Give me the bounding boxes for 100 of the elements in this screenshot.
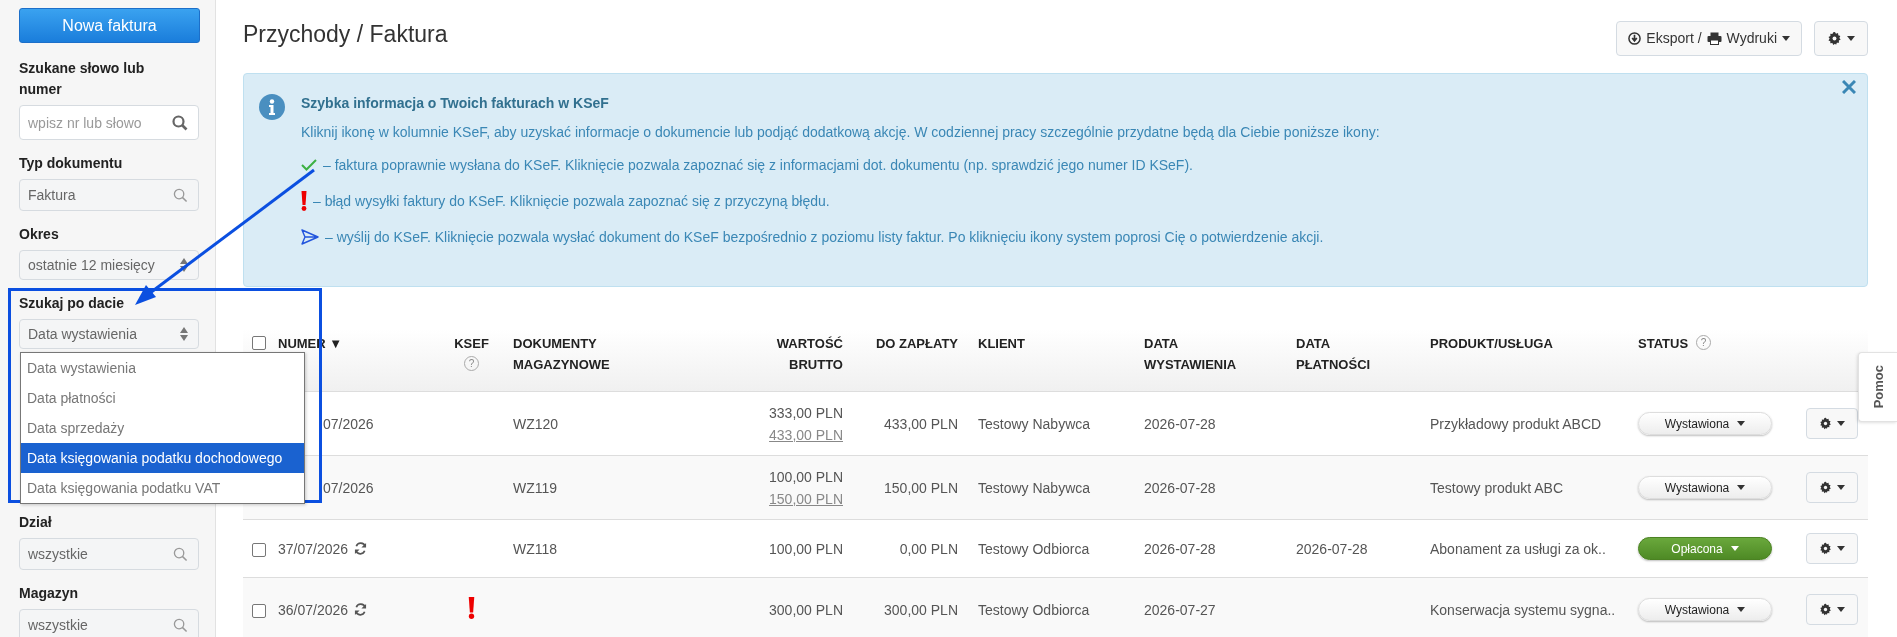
info-text: – wyślij do KSeF. Kliknięcie pozwala wysłać dokument do KSeF bezpośrednio z poziomu listy faktur. Po kliknięciu ikony system poprosi Cię o potwierdzenie akcji. — [325, 228, 1324, 246]
table-cell: 2026-07-28 — [1296, 540, 1368, 557]
table-cell: Testowy Odbiorca — [978, 601, 1090, 618]
table-cell: 2026-07-28 — [1144, 540, 1216, 557]
close-icon[interactable] — [1842, 80, 1856, 94]
filter-label: Szukaj po dacie — [19, 294, 126, 313]
table-cell: 150,00 PLN — [884, 479, 958, 496]
settings-icon — [1827, 30, 1842, 46]
filter-label: Szukane słowo lub numer — [19, 59, 146, 99]
table-cell: Przykładowy produkt ABCD — [1430, 415, 1602, 432]
dropdown-option[interactable]: Data księgowania podatku VAT — [21, 473, 304, 503]
status-button[interactable]: Opłacona — [1638, 537, 1772, 560]
dropdown-option[interactable]: Data płatności — [21, 383, 304, 413]
column-header: PRODUKT/USŁUGA — [1430, 335, 1553, 353]
caret-icon — [1837, 485, 1845, 490]
table-cell: Testowy Odbiorca — [978, 540, 1090, 557]
table-cell: Testowy Nabywca — [978, 479, 1091, 496]
table-cell: 433,00 PLN — [884, 415, 958, 432]
table-cell-text: 100,00 PLN — [768, 467, 843, 487]
table-cell-text: 333,00 PLN — [768, 403, 843, 423]
invoice-number[interactable]: 07/2026 — [323, 479, 374, 496]
select-field[interactable]: ostatnie 12 miesięcy — [19, 250, 199, 280]
filter-label: Okres — [19, 225, 60, 244]
caret-icon — [1837, 607, 1845, 613]
table-cell: 0,00 PLN — [899, 540, 958, 557]
checkbox[interactable] — [252, 542, 266, 557]
checkmark-icon — [301, 159, 317, 171]
status-button[interactable]: Wystawiona — [1638, 412, 1772, 435]
invoice-number[interactable]: 37/07/2026 — [278, 540, 349, 557]
filter-label: Typ dokumentu — [19, 154, 124, 173]
refresh-icon — [354, 602, 368, 616]
table-cell: Konserwacja systemu sygna.. — [1430, 601, 1616, 618]
table-cell: Abonament za usługi za ok.. — [1430, 540, 1606, 557]
info-icon — [259, 94, 285, 120]
dropdown-option[interactable]: Data księgowania podatku dochodowego — [21, 443, 304, 473]
search-icon — [173, 187, 188, 203]
column-header: DATA WYSTAWIENIA — [1144, 335, 1238, 374]
caret-icon — [1837, 421, 1845, 426]
table-cell: WZ119 — [513, 479, 558, 496]
info-text: Kliknij ikonę w kolumnie KSeF, aby uzyskać informacje o dokumencie lub podjąć dodatkową akcję. W codziennej pracy szczególnie przydatne będą dla Ciebie poniższe ikony: — [301, 123, 1380, 141]
dropdown-option[interactable]: Data sprzedaży — [21, 413, 304, 443]
column-header: WARTOŚĆ BRUTTO — [775, 335, 843, 374]
column-header: KSEF — [454, 335, 489, 353]
caret-icon — [1847, 35, 1855, 41]
printer-icon — [1706, 31, 1722, 45]
filter-label: Dział — [19, 513, 53, 532]
new-invoice-button[interactable]: Nowa faktura — [19, 8, 200, 43]
caret-icon — [1782, 35, 1790, 41]
checkbox[interactable] — [252, 336, 266, 351]
status-button[interactable]: Wystawiona — [1638, 598, 1772, 622]
info-text: – błąd wysyłki faktury do KSeF. Kliknięcie pozwala zapoznać się z przyczyną błędu. — [313, 192, 830, 210]
table-cell: WZ120 — [513, 415, 559, 432]
column-header: DATA PŁATNOŚCI — [1296, 335, 1372, 374]
invoice-number[interactable]: 07/2026 — [323, 415, 374, 432]
filter-label: Magazyn — [19, 584, 80, 603]
table-cell: 2026-07-28 — [1144, 415, 1216, 432]
table-cell-text: 300,00 PLN — [768, 600, 843, 620]
dropdown-option[interactable]: Data wystawienia — [21, 353, 304, 383]
search-field[interactable]: wpisz nr lub słowo — [19, 105, 199, 140]
settings-icon — [1819, 542, 1832, 555]
table-cell: Testowy produkt ABC — [1430, 479, 1564, 496]
updown-icon — [180, 258, 188, 272]
info-title: Szybka informacja o Twoich fakturach w KSeF — [301, 95, 610, 111]
info-text: – faktura poprawnie wysłana do KSeF. Kliknięcie pozwala zapoznać się z informacjami dot. dokumentu (np. sprawdzić jego numer ID KSeF). — [323, 156, 1193, 174]
column-header: DO ZAPŁATY — [875, 335, 958, 353]
row-settings-button[interactable] — [1806, 594, 1858, 626]
row-settings-button[interactable] — [1806, 408, 1858, 439]
table-cell: WZ118 — [513, 540, 558, 557]
table-cell: Testowy Nabywca — [978, 415, 1091, 432]
updown-icon — [180, 327, 188, 341]
caret-icon — [1837, 546, 1845, 551]
send-icon — [301, 229, 319, 245]
settings-icon — [1819, 603, 1832, 617]
column-header: STATUS — [1638, 335, 1689, 353]
export-print-button[interactable]: Eksport / Wydruki — [1616, 20, 1802, 56]
checkbox[interactable] — [252, 603, 266, 618]
download-icon — [1628, 31, 1642, 45]
settings-button[interactable] — [1814, 20, 1868, 56]
table-cell-text: 100,00 PLN — [768, 539, 843, 559]
refresh-icon — [354, 541, 368, 555]
table-cell: 300,00 PLN — [884, 601, 958, 618]
column-header: DOKUMENTY MAGAZYNOWE — [513, 335, 611, 374]
status-button[interactable]: Wystawiona — [1638, 476, 1772, 499]
previous-amount-link[interactable]: 150,00 PLN — [769, 490, 843, 507]
settings-icon — [1819, 417, 1832, 430]
table-cell: 2026-07-27 — [1144, 601, 1216, 618]
help-tab[interactable]: Pomoc — [1858, 352, 1897, 422]
exclamation-icon — [301, 191, 307, 211]
invoice-number[interactable]: 36/07/2026 — [278, 601, 349, 618]
lookup-field[interactable]: wszystkie — [19, 609, 199, 637]
exclamation-icon[interactable] — [468, 597, 475, 620]
previous-amount-link[interactable]: 433,00 PLN — [769, 426, 843, 443]
lookup-field[interactable]: wszystkie — [19, 538, 199, 570]
lookup-field[interactable]: Faktura — [19, 179, 199, 211]
search-icon — [172, 114, 188, 131]
row-settings-button[interactable] — [1806, 533, 1858, 564]
select-field[interactable]: Data wystawienia — [19, 319, 199, 349]
search-icon — [173, 617, 188, 633]
search-icon — [173, 546, 188, 562]
row-settings-button[interactable] — [1806, 472, 1858, 503]
